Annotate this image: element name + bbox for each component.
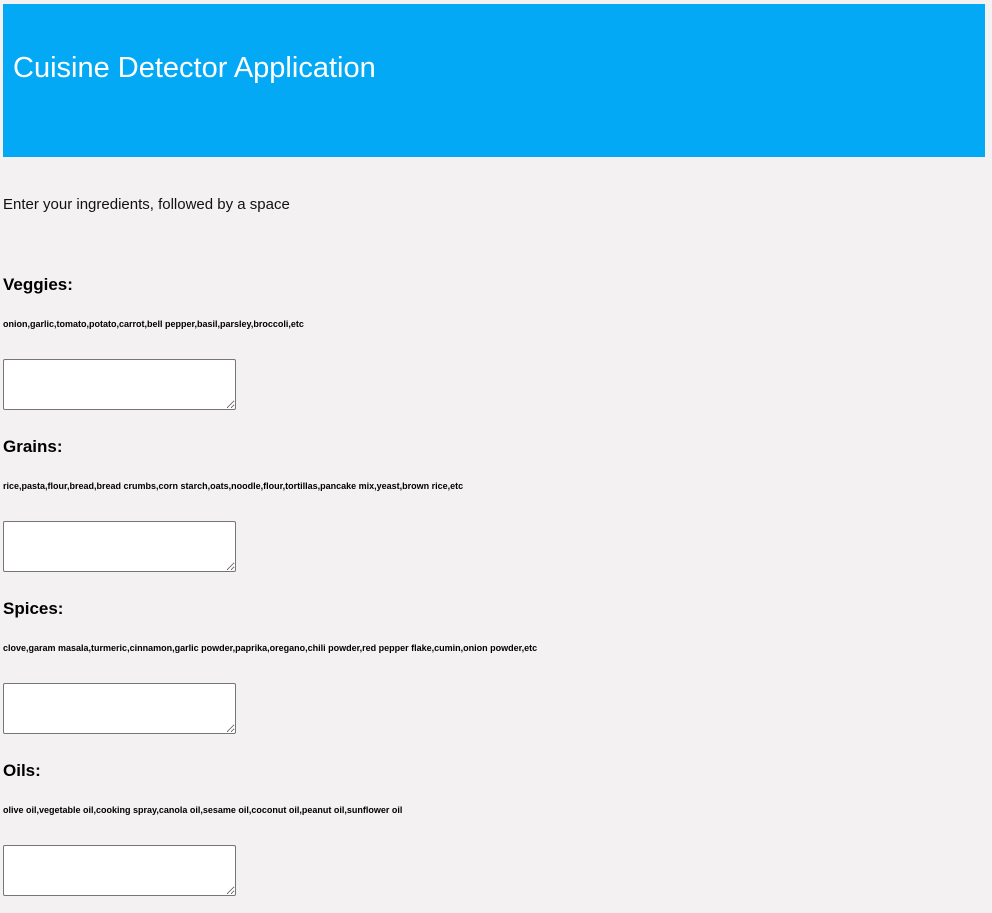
oils-input[interactable] [3,845,236,896]
spices-heading: Spices: [3,599,64,618]
grains-heading: Grains: [3,437,63,456]
instructions-text: Enter your ingredients, followed by a sp… [3,196,290,213]
veggies-input[interactable] [3,359,236,410]
app-title: Cuisine Detector Application [13,52,376,84]
spices-input[interactable] [3,683,236,734]
oils-heading: Oils: [3,761,41,780]
grains-input[interactable] [3,521,236,572]
veggies-examples: onion,garlic,tomato,potato,carrot,bell p… [3,319,304,329]
app-header: Cuisine Detector Application [3,4,985,157]
spices-examples: clove,garam masala,turmeric,cinnamon,gar… [3,643,538,653]
veggies-heading: Veggies: [3,275,73,294]
oils-examples: olive oil,vegetable oil,cooking spray,ca… [3,805,403,815]
grains-examples: rice,pasta,flour,bread,bread crumbs,corn… [3,481,464,491]
